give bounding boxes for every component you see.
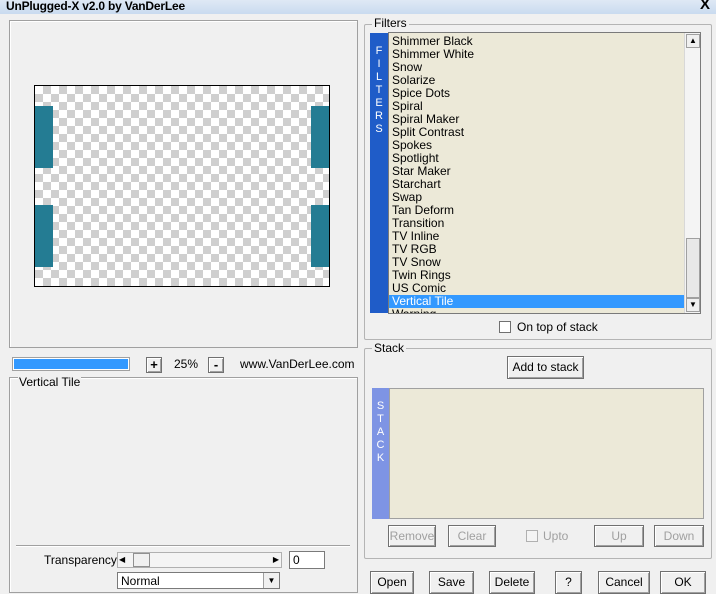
filter-list[interactable]: Shimmer Black Shimmer White Snow Solarize Sp…	[388, 32, 701, 314]
side-label-letter: A	[376, 426, 385, 438]
help-button[interactable]: ?	[555, 571, 582, 594]
delete-button[interactable]: Delete	[489, 571, 535, 594]
blend-mode-value: Normal	[121, 574, 160, 588]
save-button[interactable]: Save	[429, 571, 474, 594]
filter-list-item[interactable]: Starchart	[389, 178, 685, 191]
up-button[interactable]: Up	[594, 525, 644, 547]
window-title: UnPlugged-X v2.0 by VanDerLee	[6, 0, 185, 13]
blend-mode-select[interactable]: Normal ▼	[117, 572, 280, 589]
preview-canvas	[34, 85, 330, 287]
tile-left-top	[35, 106, 53, 168]
filters-side-bar: FILTERS	[370, 33, 388, 313]
open-button[interactable]: Open	[370, 571, 414, 594]
filters-group-label: Filters	[372, 16, 409, 30]
side-label-letter: C	[376, 439, 385, 451]
on-top-label: On top of stack	[517, 320, 598, 334]
clear-button[interactable]: Clear	[448, 525, 496, 547]
filter-list-item[interactable]: Shimmer White	[389, 48, 685, 61]
filter-list-scrollbar[interactable]: ▲ ▼	[684, 33, 700, 313]
title-bar: UnPlugged-X v2.0 by VanDerLee X	[0, 0, 716, 14]
tile-right-bottom	[311, 205, 329, 267]
down-button[interactable]: Down	[654, 525, 704, 547]
progress-bar	[12, 357, 130, 371]
website-link[interactable]: www.VanDerLee.com	[240, 357, 355, 371]
slider-thumb[interactable]	[133, 553, 150, 567]
stack-list[interactable]	[389, 388, 704, 519]
scroll-thumb[interactable]	[686, 238, 700, 298]
side-label-letter: S	[375, 123, 383, 135]
zoom-in-button[interactable]: +	[146, 357, 162, 373]
tile-left-bottom	[35, 205, 53, 267]
on-top-checkbox[interactable]	[499, 321, 511, 333]
remove-button[interactable]: Remove	[388, 525, 436, 547]
upto-label: Upto	[543, 529, 569, 543]
zoom-level: 25%	[174, 357, 199, 371]
transparency-label: Transparency	[44, 553, 117, 567]
stack-side-label: STACK	[372, 400, 389, 465]
slider-right-arrow-icon[interactable]: ▶	[273, 555, 279, 565]
scroll-down-icon[interactable]: ▼	[686, 298, 700, 312]
scroll-up-icon[interactable]: ▲	[686, 34, 700, 48]
side-label-letter: I	[377, 58, 381, 70]
side-label-letter: F	[375, 45, 383, 57]
side-label-letter: T	[377, 413, 384, 425]
tile-right-top	[311, 106, 329, 168]
filter-list-item[interactable]: Warning	[389, 308, 685, 314]
filter-list-item[interactable]: Spice Dots	[389, 87, 685, 100]
parameters-divider	[16, 545, 350, 547]
upto-checkbox[interactable]	[526, 530, 538, 542]
add-to-stack-button[interactable]: Add to stack	[507, 356, 584, 379]
ok-button[interactable]: OK	[660, 571, 706, 594]
close-icon[interactable]: X	[700, 0, 710, 13]
parameters-group-label: Vertical Tile	[18, 375, 82, 389]
cancel-button[interactable]: Cancel	[598, 571, 650, 594]
progress-fill	[14, 359, 128, 369]
transparency-value-input[interactable]	[289, 551, 325, 569]
filter-list-item[interactable]: Split Contrast	[389, 126, 685, 139]
zoom-out-button[interactable]: -	[208, 357, 224, 373]
side-label-letter: K	[376, 452, 385, 464]
side-label-letter: T	[375, 84, 383, 96]
transparency-slider[interactable]: ◀ ▶	[117, 552, 282, 568]
side-label-letter: E	[375, 97, 383, 109]
stack-group-label: Stack	[372, 341, 407, 355]
slider-left-arrow-icon[interactable]: ◀	[119, 555, 125, 565]
side-label-letter: R	[375, 110, 383, 122]
stack-side-bar: STACK	[372, 388, 389, 519]
side-label-letter: S	[376, 400, 385, 412]
filters-side-label: FILTERS	[370, 45, 388, 136]
chevron-down-icon[interactable]: ▼	[263, 573, 279, 588]
side-label-letter: L	[375, 71, 383, 83]
